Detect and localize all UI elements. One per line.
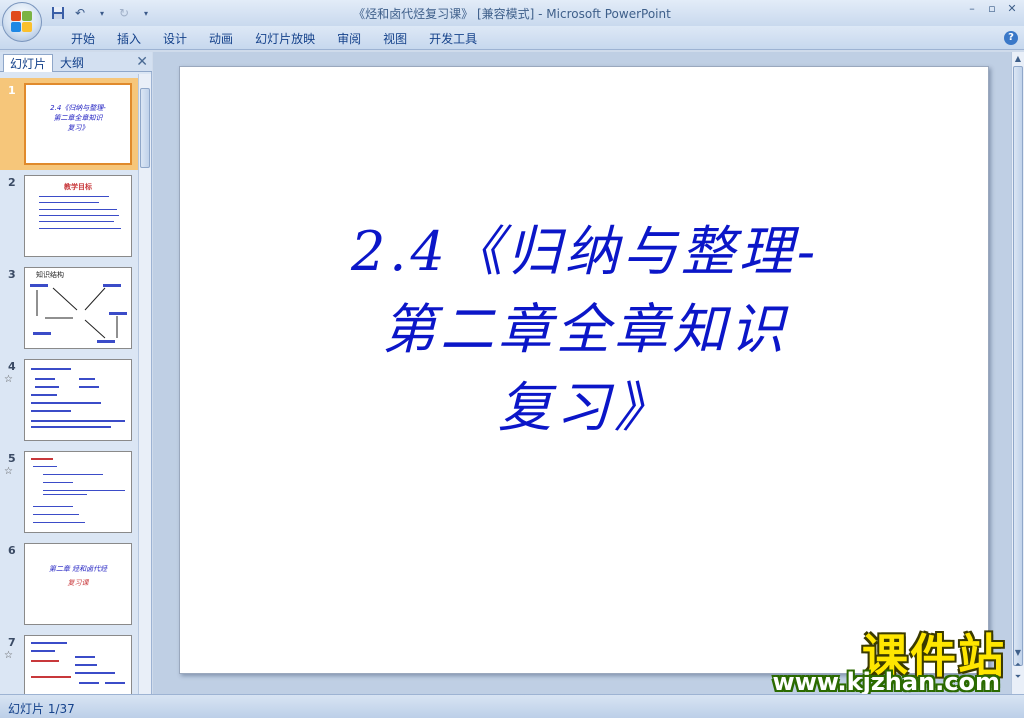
tab-design[interactable]: 设计 <box>152 30 198 48</box>
minimize-icon[interactable]: – <box>964 2 980 16</box>
animation-icon: ☆ <box>4 650 13 661</box>
thumbnail-number: 7 <box>8 636 16 649</box>
slide-scroll-thumb[interactable] <box>1013 66 1023 666</box>
panel-scroll-thumb[interactable] <box>140 88 150 168</box>
thumbnail-number: 3 <box>8 268 16 281</box>
tab-review[interactable]: 审阅 <box>326 30 372 48</box>
slide-title-line-1[interactable]: 2.4《归纳与整理- <box>180 207 990 286</box>
tab-slideshow[interactable]: 幻灯片放映 <box>244 30 326 48</box>
animation-icon: ☆ <box>4 374 13 385</box>
office-button[interactable] <box>2 2 42 42</box>
current-slide[interactable]: 2.4《归纳与整理- 第二章全章知识 复习》 <box>179 66 989 674</box>
window-controls: – ▫ ✕ <box>964 2 1020 16</box>
thumbnail-text: 2.4《归纳与整理- <box>50 104 106 112</box>
tab-slides[interactable]: 幻灯片 <box>3 54 54 72</box>
slide-title-line-3[interactable]: 复习》 <box>180 363 990 442</box>
thumbnail-list: 1 2.4《归纳与整理- 第二章全章知识 复习》 2 教学目标 3 知识结构 4… <box>0 74 138 694</box>
animation-icon: ☆ <box>4 466 13 477</box>
tab-animations[interactable]: 动画 <box>198 30 244 48</box>
status-bar: 幻灯片 1/37 <box>0 694 1024 718</box>
close-panel-icon[interactable]: ✕ <box>136 54 148 70</box>
previous-slide-icon[interactable]: ⏶ <box>1013 660 1023 672</box>
window-title: 《烃和卤代烃复习课》 [兼容模式] - Microsoft PowerPoint <box>353 7 671 21</box>
thumbnail-text: 复习》 <box>67 124 89 132</box>
panel-tabs: 幻灯片 大纲 ✕ <box>0 52 152 72</box>
thumbnail-heading: 教学目标 <box>64 183 92 191</box>
tab-home[interactable]: 开始 <box>60 30 106 48</box>
thumbnail-preview: 教学目标 <box>24 175 132 257</box>
restore-icon[interactable]: ▫ <box>984 2 1000 16</box>
close-icon[interactable]: ✕ <box>1004 2 1020 16</box>
thumbnail-slide-7[interactable]: 7 ☆ <box>0 630 138 694</box>
thumbnail-diagram <box>30 284 127 343</box>
tab-developer[interactable]: 开发工具 <box>418 30 488 48</box>
thumbnail-number: 5 <box>8 452 16 465</box>
ribbon: 开始 插入 设计 动画 幻灯片放映 审阅 视图 开发工具 ? <box>0 26 1024 50</box>
slides-panel: 幻灯片 大纲 ✕ 1 2.4《归纳与整理- 第二章全章知识 复习》 2 教学目标 <box>0 52 152 694</box>
thumbnail-text: 复习课 <box>67 579 89 587</box>
thumbnail-text: 第二章 烃和卤代烃 <box>48 565 108 573</box>
thumbnail-number: 6 <box>8 544 16 557</box>
thumbnail-number: 1 <box>8 84 16 97</box>
scroll-down-icon[interactable]: ▼ <box>1013 648 1023 660</box>
tab-view[interactable]: 视图 <box>372 30 418 48</box>
tab-insert[interactable]: 插入 <box>106 30 152 48</box>
thumbnail-number: 4 <box>8 360 16 373</box>
help-icon[interactable]: ? <box>1004 31 1018 45</box>
thumbnail-slide-3[interactable]: 3 知识结构 <box>0 262 138 354</box>
thumbnail-slide-5[interactable]: 5 ☆ <box>0 446 138 538</box>
next-slide-icon[interactable]: ⏷ <box>1013 672 1023 684</box>
thumbnail-preview: 知识结构 <box>24 267 132 349</box>
slide-editor: 2.4《归纳与整理- 第二章全章知识 复习》 <box>153 52 1011 694</box>
tab-outline[interactable]: 大纲 <box>54 54 90 72</box>
office-logo-icon <box>11 11 33 33</box>
title-bar: ↶ ▾ ↻ ▾ 《烃和卤代烃复习课》 [兼容模式] - Microsoft Po… <box>0 0 1024 42</box>
slide-title-line-2[interactable]: 第二章全章知识 <box>180 285 990 364</box>
thumbnail-preview: 第二章 烃和卤代烃 复习课 <box>24 543 132 625</box>
slide-counter: 幻灯片 1/37 <box>8 702 75 716</box>
thumbnail-preview <box>24 635 132 694</box>
thumbnail-slide-1[interactable]: 1 2.4《归纳与整理- 第二章全章知识 复习》 <box>0 78 138 170</box>
thumbnail-slide-6[interactable]: 6 第二章 烃和卤代烃 复习课 <box>0 538 138 630</box>
thumbnail-number: 2 <box>8 176 16 189</box>
thumbnail-slide-2[interactable]: 2 教学目标 <box>0 170 138 262</box>
watermark-url: www.kjzhan.com <box>772 668 1000 696</box>
thumbnail-preview <box>24 359 132 441</box>
thumbnail-text: 第二章全章知识 <box>53 114 103 122</box>
slide-scrollbar[interactable]: ▲ ▼ ⏶ ⏷ <box>1011 52 1024 694</box>
thumbnail-preview <box>24 451 132 533</box>
scroll-up-icon[interactable]: ▲ <box>1013 54 1023 66</box>
thumbnail-preview: 2.4《归纳与整理- 第二章全章知识 复习》 <box>24 83 132 165</box>
ribbon-tabs: 开始 插入 设计 动画 幻灯片放映 审阅 视图 开发工具 <box>60 30 488 48</box>
thumbnail-slide-4[interactable]: 4 ☆ <box>0 354 138 446</box>
panel-scrollbar[interactable] <box>138 74 151 694</box>
